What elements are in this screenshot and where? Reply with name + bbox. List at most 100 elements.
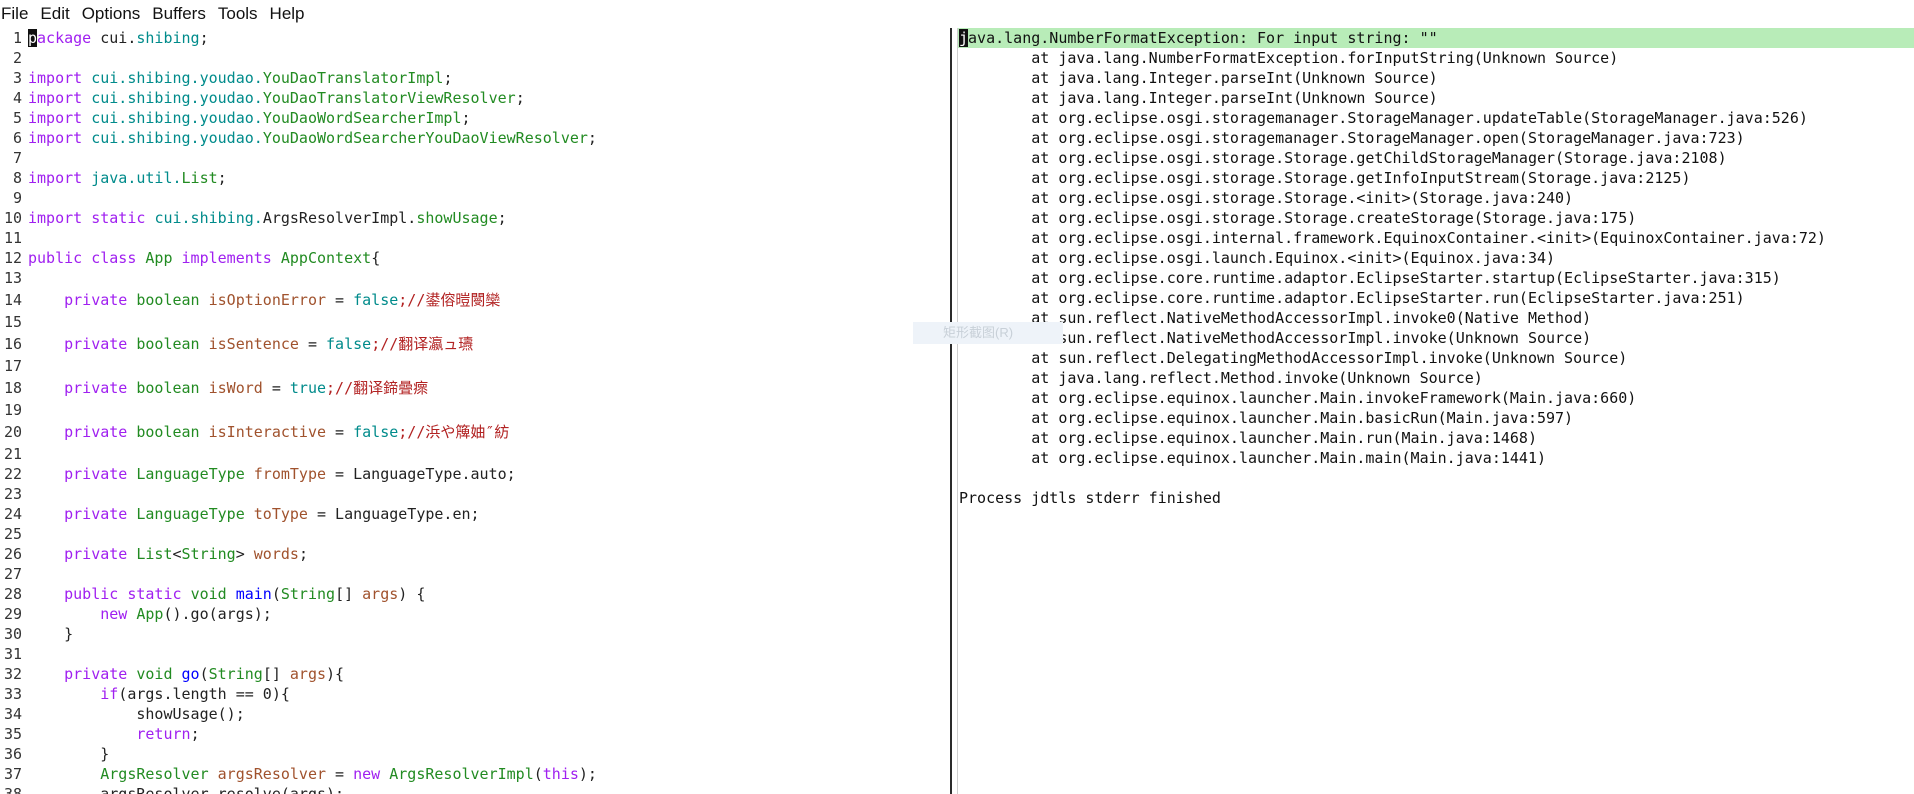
code-line[interactable]: 1 package cui.shibing; — [0, 28, 950, 48]
code-token: false — [353, 291, 399, 309]
code-line[interactable]: 19 — [0, 400, 950, 420]
line-number: 5 — [12, 109, 22, 127]
code-text: import static cui.shibing.ArgsResolverIm… — [28, 208, 950, 228]
menu-options[interactable]: Options — [80, 4, 149, 24]
code-line[interactable]: 16 private boolean isSentence = false;//… — [0, 332, 950, 356]
code-line[interactable]: 4 import cui.shibing.youdao.YouDaoTransla… — [0, 88, 950, 108]
code-token: args — [289, 665, 327, 683]
code-line[interactable]: 5 import cui.shibing.youdao.YouDaoWordSea… — [0, 108, 950, 128]
code-line[interactable]: 27 — [0, 564, 950, 584]
output-line: at java.lang.Integer.parseInt(Unknown So… — [959, 89, 1438, 107]
exception-text: ava.lang.NumberFormatException: For inpu… — [968, 29, 1438, 47]
code-line[interactable]: 18 private boolean isWord = true;//翻译鍗曡瘝 — [0, 376, 950, 400]
output-line: at java.lang.Integer.parseInt(Unknown So… — [959, 69, 1438, 87]
code-line[interactable]: 13 — [0, 268, 950, 288]
code-line[interactable]: 20 private boolean isInteractive = false… — [0, 420, 950, 444]
code-token: import — [28, 89, 92, 107]
code-text: argsResolver.resolve(args); — [28, 784, 950, 794]
line-number: 27 — [3, 565, 22, 583]
line-number: 37 — [3, 765, 22, 783]
code-token: boolean — [136, 335, 209, 353]
text-cursor: j — [959, 29, 969, 47]
code-token: LanguageType — [136, 465, 254, 483]
line-number: 14 — [3, 291, 22, 309]
code-token: ; — [298, 545, 308, 563]
menu-help[interactable]: Help — [268, 4, 313, 24]
menu-file[interactable]: File — [0, 4, 36, 24]
code-token: public class — [28, 249, 146, 267]
code-text: import cui.shibing.youdao.YouDaoWordSear… — [28, 128, 950, 148]
code-text: if(args.length == 0){ — [28, 684, 950, 704]
code-line[interactable]: 26 private List<String> words; — [0, 544, 950, 564]
code-line[interactable]: 9 — [0, 188, 950, 208]
code-token: import — [28, 129, 92, 147]
code-line[interactable]: 32 private void go(String[] args){ — [0, 664, 950, 684]
code-text: private boolean isOptionError = false;//… — [28, 288, 950, 312]
code-line[interactable]: 37 ArgsResolver argsResolver = new ArgsR… — [0, 764, 950, 784]
line-number: 2 — [12, 49, 22, 67]
code-token: < — [172, 545, 182, 563]
code-token: cui. — [91, 129, 128, 147]
code-token: } — [28, 625, 74, 643]
code-text: private boolean isWord = true;//翻译鍗曡瘝 — [28, 376, 950, 400]
menu-tools[interactable]: Tools — [216, 4, 266, 24]
code-token: cui. — [91, 69, 128, 87]
code-line[interactable]: 6 import cui.shibing.youdao.YouDaoWordSea… — [0, 128, 950, 148]
code-line[interactable]: 30 } — [0, 624, 950, 644]
code-token: main — [235, 585, 272, 603]
code-token: App — [145, 249, 182, 267]
code-line[interactable]: 33 if(args.length == 0){ — [0, 684, 950, 704]
code-token: shibing.youdao. — [127, 129, 263, 147]
code-token: isSentence — [208, 335, 299, 353]
code-token: if — [28, 685, 119, 703]
code-token: true — [289, 379, 327, 397]
code-token: = — [326, 765, 354, 783]
code-line[interactable]: 8 import java.util.List; — [0, 168, 950, 188]
code-line[interactable]: 36 } — [0, 744, 950, 764]
code-line[interactable]: 29 new App().go(args); — [0, 604, 950, 624]
code-line[interactable]: 10 import static cui.shibing.ArgsResolver… — [0, 208, 950, 228]
menu-edit[interactable]: Edit — [38, 4, 77, 24]
code-token: argsResolver — [217, 765, 327, 783]
line-number: 9 — [12, 189, 22, 207]
code-line[interactable]: 2 — [0, 48, 950, 68]
window-divider[interactable] — [950, 28, 958, 794]
code-token: isInteractive — [208, 423, 327, 441]
code-line[interactable]: 35 return; — [0, 724, 950, 744]
code-token: = — [326, 423, 354, 441]
line-number: 8 — [12, 169, 22, 187]
code-line[interactable]: 28 public static void main(String[] args… — [0, 584, 950, 604]
code-line[interactable]: 23 — [0, 484, 950, 504]
code-line[interactable]: 12 public class App implements AppContext… — [0, 248, 950, 268]
code-line[interactable]: 24 private LanguageType toType = Languag… — [0, 504, 950, 524]
code-line[interactable]: 25 — [0, 524, 950, 544]
code-line[interactable]: 7 — [0, 148, 950, 168]
line-number: 28 — [3, 585, 22, 603]
code-line[interactable]: 11 — [0, 228, 950, 248]
code-token: boolean — [136, 423, 209, 441]
code-text: private boolean isSentence = false;//翻译瀛… — [28, 332, 950, 356]
menu-buffers[interactable]: Buffers — [150, 4, 214, 24]
code-line[interactable]: 34 showUsage(); — [0, 704, 950, 724]
code-token: public static — [28, 585, 191, 603]
code-line[interactable]: 21 — [0, 444, 950, 464]
line-number: 38 — [3, 785, 22, 794]
code-line[interactable]: 15 — [0, 312, 950, 332]
code-token: false — [326, 335, 372, 353]
code-line[interactable]: 17 — [0, 356, 950, 376]
code-token: ackage — [37, 29, 101, 47]
line-number: 1 — [12, 29, 22, 47]
code-token: ( — [199, 665, 209, 683]
code-token: args — [362, 585, 399, 603]
text-cursor: p — [28, 29, 38, 47]
code-line[interactable]: 3 import cui.shibing.youdao.YouDaoTransla… — [0, 68, 950, 88]
code-line[interactable]: 14 private boolean isOptionError = false… — [0, 288, 950, 312]
code-line[interactable]: 38 argsResolver.resolve(args); — [0, 784, 950, 794]
code-line[interactable]: 31 — [0, 644, 950, 664]
code-editor-pane[interactable]: 1 package cui.shibing; 2 3 import cui.shibin… — [0, 28, 950, 794]
line-number: 25 — [3, 525, 22, 543]
code-line[interactable]: 22 private LanguageType fromType = Langu… — [0, 464, 950, 484]
output-pane[interactable]: java.lang.NumberFormatException: For inp… — [958, 28, 1914, 794]
